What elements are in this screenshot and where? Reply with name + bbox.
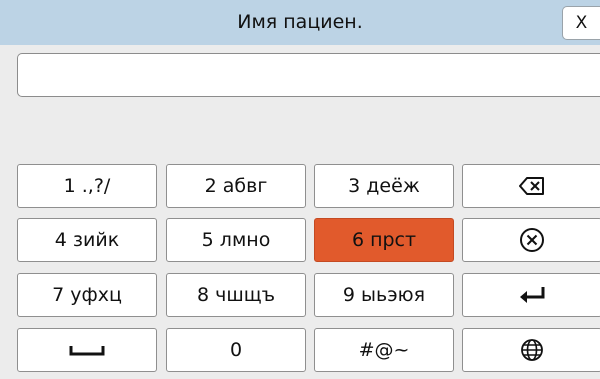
clear-key[interactable] bbox=[462, 218, 600, 262]
key-3[interactable]: 3 деёж bbox=[314, 164, 454, 208]
enter-key[interactable] bbox=[462, 273, 600, 317]
backspace-key[interactable] bbox=[462, 164, 600, 208]
backspace-icon bbox=[519, 176, 545, 196]
space-icon bbox=[69, 343, 105, 357]
globe-icon bbox=[520, 338, 544, 362]
dialog-title: Имя пациен. bbox=[237, 11, 363, 33]
language-key[interactable] bbox=[462, 328, 600, 372]
key-0[interactable]: 0 bbox=[166, 328, 306, 372]
key-7[interactable]: 7 уфхц bbox=[17, 273, 157, 317]
enter-icon bbox=[517, 285, 547, 305]
key-5[interactable]: 5 лмно bbox=[166, 218, 306, 262]
key-symbols[interactable]: #@~ bbox=[314, 328, 454, 372]
close-button[interactable]: X bbox=[562, 6, 600, 40]
key-2[interactable]: 2 абвг bbox=[166, 164, 306, 208]
key-8[interactable]: 8 чшщъ bbox=[166, 273, 306, 317]
clear-icon bbox=[519, 227, 545, 253]
key-6[interactable]: 6 прст bbox=[314, 218, 454, 262]
space-key[interactable] bbox=[17, 328, 157, 372]
key-4[interactable]: 4 зийк bbox=[17, 218, 157, 262]
patient-name-input[interactable] bbox=[17, 53, 600, 97]
key-1[interactable]: 1 .,?/ bbox=[17, 164, 157, 208]
key-9[interactable]: 9 ыьэюя bbox=[314, 273, 454, 317]
